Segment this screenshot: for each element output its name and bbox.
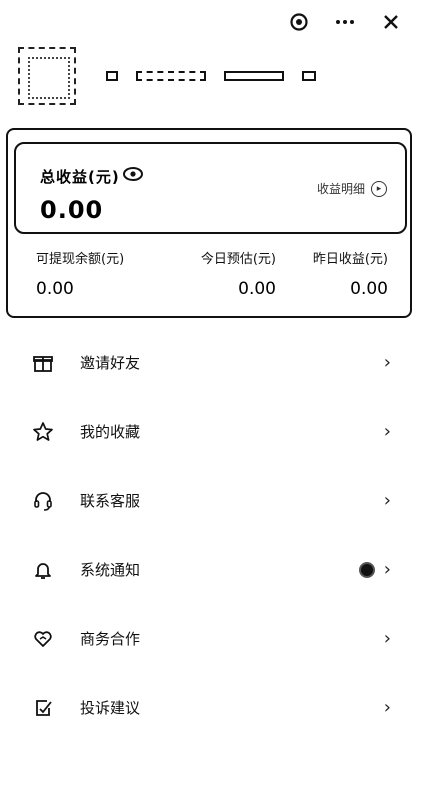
menu-list: 邀请好友 › 我的收藏 › 联系客服 › 系统通知 › 商务合作 › 投诉建议 bbox=[0, 328, 423, 742]
chevron-right-icon: › bbox=[383, 421, 391, 442]
chevron-right-icon: › bbox=[383, 628, 391, 649]
total-earnings-label: 总收益(元) bbox=[40, 168, 120, 186]
settings-icon[interactable] bbox=[287, 10, 311, 34]
more-icon[interactable] bbox=[333, 10, 357, 34]
username-glyph bbox=[302, 71, 316, 81]
headset-icon bbox=[30, 488, 56, 514]
eye-icon[interactable] bbox=[122, 164, 144, 184]
total-earnings-panel: 总收益(元) 0.00 收益明细 ▸ bbox=[14, 142, 407, 234]
gift-icon bbox=[30, 350, 56, 376]
menu-item-label: 商务合作 bbox=[80, 630, 141, 648]
withdrawable-balance: 可提现余额(元) 0.00 bbox=[36, 248, 124, 299]
earnings-detail-link[interactable]: 收益明细 ▸ bbox=[317, 180, 387, 197]
stat-label: 可提现余额(元) bbox=[36, 252, 125, 267]
stat-label: 昨日收益(元) bbox=[312, 252, 388, 267]
chevron-right-icon: › bbox=[383, 697, 391, 718]
total-earnings-value: 0.00 bbox=[40, 196, 104, 224]
star-icon bbox=[30, 419, 56, 445]
menu-item-label: 联系客服 bbox=[80, 492, 141, 510]
username-glyph bbox=[106, 71, 118, 81]
chevron-right-icon: › bbox=[383, 490, 391, 511]
menu-item-label: 投诉建议 bbox=[80, 699, 141, 717]
menu-item-business-cooperation[interactable]: 商务合作 › bbox=[0, 604, 423, 673]
stat-value: 0.00 bbox=[350, 279, 388, 299]
edit-icon bbox=[30, 695, 56, 721]
menu-item-complaints-suggestions[interactable]: 投诉建议 › bbox=[0, 673, 423, 742]
today-estimate: 今日预估(元) 0.00 bbox=[200, 248, 276, 299]
arrow-right-circle-icon: ▸ bbox=[371, 180, 387, 197]
menu-item-label: 系统通知 bbox=[80, 561, 141, 579]
chevron-right-icon: › bbox=[383, 352, 391, 373]
menu-item-label: 我的收藏 bbox=[80, 423, 141, 441]
menu-item-favorites[interactable]: 我的收藏 › bbox=[0, 397, 423, 466]
menu-item-customer-service[interactable]: 联系客服 › bbox=[0, 466, 423, 535]
chevron-right-icon: › bbox=[383, 559, 391, 580]
yesterday-earnings: 昨日收益(元) 0.00 bbox=[298, 248, 388, 299]
username bbox=[106, 71, 316, 81]
username-glyph bbox=[224, 71, 284, 81]
menu-item-label: 邀请好友 bbox=[80, 354, 141, 372]
top-toolbar bbox=[287, 10, 403, 34]
user-profile[interactable] bbox=[18, 46, 316, 106]
avatar[interactable] bbox=[18, 47, 76, 105]
username-glyph bbox=[136, 71, 206, 81]
earnings-card: 总收益(元) 0.00 收益明细 ▸ 可提现余额(元) 0.00 今日预估(元)… bbox=[6, 128, 412, 318]
stat-label: 今日预估(元) bbox=[200, 252, 276, 267]
menu-item-invite-friends[interactable]: 邀请好友 › bbox=[0, 328, 423, 397]
bell-icon bbox=[30, 557, 56, 583]
stat-value: 0.00 bbox=[36, 279, 74, 299]
notification-badge bbox=[359, 561, 375, 578]
stat-value: 0.00 bbox=[238, 279, 276, 299]
heart-icon bbox=[30, 626, 56, 652]
menu-item-system-notifications[interactable]: 系统通知 › bbox=[0, 535, 423, 604]
close-icon[interactable] bbox=[379, 10, 403, 34]
earnings-detail-label: 收益明细 bbox=[316, 182, 365, 196]
